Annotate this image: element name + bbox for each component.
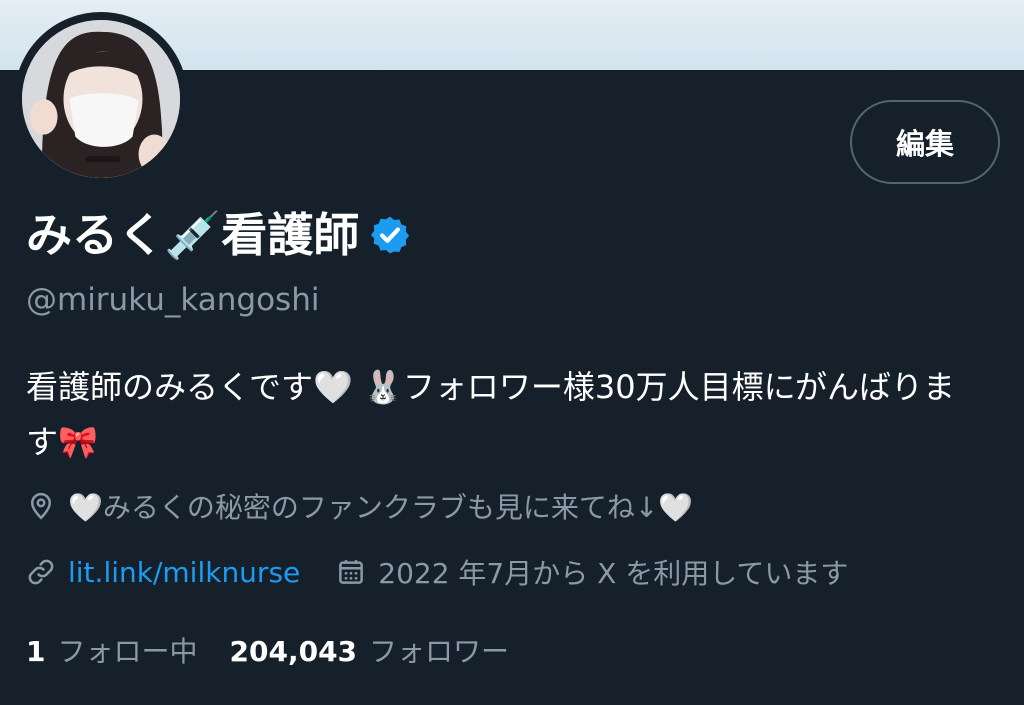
profile-page: 編集 みるく💉看護師 @miruku_kangoshi 看護師のみるくです🤍 🐰… [0, 0, 1024, 705]
website-joined-row: lit.link/milknurse 2022 年7月から X を利用しています [26, 552, 848, 592]
calendar-icon [339, 560, 364, 584]
avatar[interactable] [14, 12, 188, 186]
verified-badge-icon[interactable] [369, 214, 411, 256]
joined-item: 2022 年7月から X を利用しています [336, 552, 848, 592]
link-icon [28, 559, 54, 585]
profile-handle: @miruku_kangoshi [26, 282, 320, 318]
followers-count: 204,043 [229, 635, 358, 668]
followers-label: フォロワー [369, 635, 510, 668]
location-pin-icon [30, 492, 52, 520]
followers-stat[interactable]: 204,043 フォロワー [230, 630, 510, 670]
location-row: 🤍みるくの秘密のファンクラブも見に来てね↓🤍 [26, 486, 693, 526]
following-count: 1 [26, 635, 46, 668]
display-name: みるく💉看護師 [26, 208, 360, 262]
profile-bio: 看護師のみるくです🤍 🐰フォロワー様30万人目標にがんばります🎀 [26, 368, 955, 461]
website-item[interactable]: lit.link/milknurse [26, 556, 300, 589]
location-text: 🤍みるくの秘密のファンクラブも見に来てね↓🤍 [68, 491, 694, 524]
location-item: 🤍みるくの秘密のファンクラブも見に来てね↓🤍 [26, 486, 693, 526]
website-link[interactable]: lit.link/milknurse [68, 556, 300, 589]
following-label: フォロー中 [57, 635, 198, 668]
follow-stats: 1 フォロー中 204,043 フォロワー [26, 628, 509, 672]
joined-date: 2022 年7月から X を利用しています [378, 557, 849, 590]
following-stat[interactable]: 1 フォロー中 [26, 630, 198, 670]
edit-profile-button[interactable]: 編集 [850, 100, 1000, 184]
name-row: みるく💉看護師 [26, 202, 411, 268]
avatar-image [22, 20, 180, 178]
